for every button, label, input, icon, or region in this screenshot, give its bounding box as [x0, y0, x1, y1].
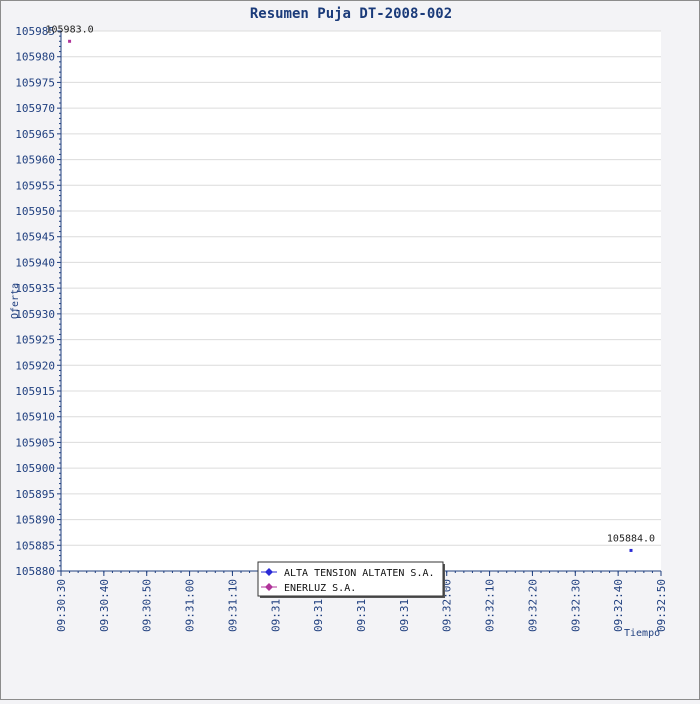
- y-tick-label: 105885: [15, 539, 55, 552]
- y-tick-label: 105900: [15, 462, 55, 475]
- x-tick-label: 09:32:20: [526, 579, 539, 632]
- data-point: [629, 548, 633, 552]
- x-tick-label: 09:32:50: [655, 579, 668, 632]
- y-tick-label: 105975: [15, 76, 55, 89]
- y-tick-label: 105920: [15, 359, 55, 372]
- x-tick-label: 09:30:30: [55, 579, 68, 632]
- x-tick-label: 09:30:50: [141, 579, 154, 632]
- y-tick-label: 105930: [15, 308, 55, 321]
- x-tick-label: 09:31:10: [226, 579, 239, 632]
- y-tick-label: 105915: [15, 385, 55, 398]
- y-tick-label: 105960: [15, 154, 55, 167]
- y-tick-label: 105935: [15, 282, 55, 295]
- x-tick-label: 09:31:00: [184, 579, 197, 632]
- legend-label: ENERLUZ S.A.: [284, 583, 356, 594]
- data-label: 105983.0: [45, 24, 93, 35]
- data-label: 105884.0: [607, 533, 655, 544]
- y-tick-label: 105880: [15, 565, 55, 578]
- y-tick-label: 105895: [15, 488, 55, 501]
- scatter-chart: Resumen Puja DT-2008-002 105880105885105…: [10, 6, 668, 639]
- y-tick-label: 105955: [15, 179, 55, 192]
- y-tick-label: 105980: [15, 51, 55, 64]
- y-tick-label: 105890: [15, 514, 55, 527]
- chart-title: Resumen Puja DT-2008-002: [250, 6, 452, 22]
- legend: ALTA TENSION ALTATEN S.A. ENERLUZ S.A.: [257, 561, 445, 598]
- x-tick-label: 09:32:10: [484, 579, 497, 632]
- data-point: [68, 39, 72, 43]
- y-tick-label: 105910: [15, 411, 55, 424]
- y-axis-label: Oferta: [10, 283, 21, 319]
- x-axis-label: Tiempo: [624, 628, 660, 639]
- plot-area: [61, 31, 661, 571]
- y-tick-label: 105905: [15, 436, 55, 449]
- y-tick-label: 105970: [15, 102, 55, 115]
- x-tick-label: 09:32:30: [569, 579, 582, 632]
- x-tick-label: 09:30:40: [98, 579, 111, 632]
- y-tick-label: 105945: [15, 231, 55, 244]
- y-tick-label: 105950: [15, 205, 55, 218]
- y-tick-labels: 105880 105885 105890 105895 105900 105905 1059…: [15, 25, 55, 578]
- x-tick-label: 09:32:40: [612, 579, 625, 632]
- y-tick-label: 105940: [15, 256, 55, 269]
- y-tick-label: 105925: [15, 334, 55, 347]
- y-tick-label: 105965: [15, 128, 55, 141]
- legend-label: ALTA TENSION ALTATEN S.A.: [284, 568, 435, 579]
- chart-frame: Resumen Puja DT-2008-002 105880 105885 105…: [0, 0, 700, 700]
